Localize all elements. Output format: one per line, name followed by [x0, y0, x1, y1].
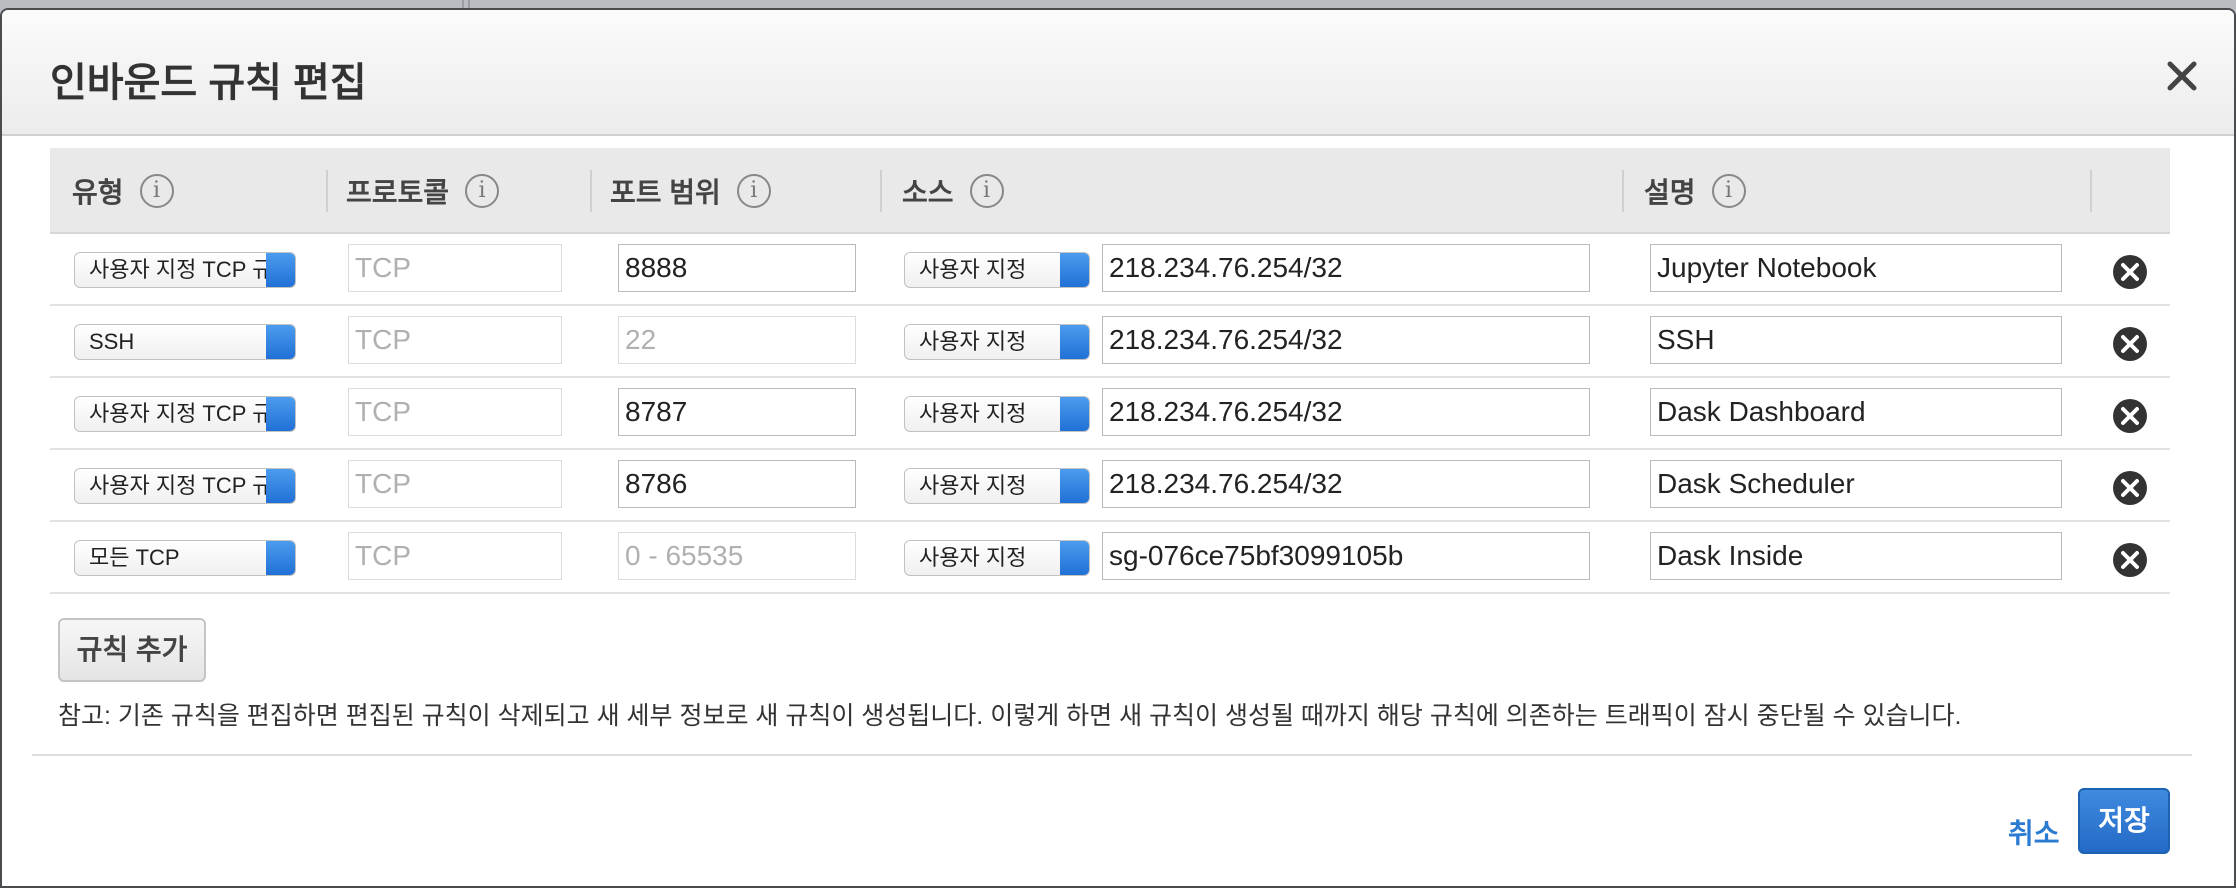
- source-type-select[interactable]: 사용자 지정: [904, 468, 1090, 504]
- updown-chevron-icon: [1060, 325, 1089, 359]
- source-type-select[interactable]: 사용자 지정: [904, 396, 1090, 432]
- rules-table: 유형 i 프로토콜 i 포트 범위 i 소스 i 설명 i 사용자 지정 TCP…: [50, 148, 2170, 594]
- dialog-header: 인바운드 규칙 편집: [2, 10, 2234, 136]
- source-input[interactable]: 218.234.76.254/32: [1102, 244, 1590, 292]
- edit-warning-note: 참고: 기존 규칙을 편집하면 편집된 규칙이 삭제되고 새 세부 정보로 새 …: [58, 702, 1962, 730]
- source-type-value: 사용자 지정: [919, 257, 1027, 282]
- updown-chevron-icon: [266, 325, 295, 359]
- source-input[interactable]: 218.234.76.254/32: [1102, 388, 1590, 436]
- edit-inbound-rules-dialog: 인바운드 규칙 편집 유형 i 프로토콜 i 포트 범위 i 소스 i 설명 i…: [0, 8, 2236, 888]
- type-select-value: 사용자 지정 TCP 규칙: [89, 257, 293, 282]
- type-select[interactable]: SSH: [74, 324, 296, 360]
- cancel-link[interactable]: 취소: [2008, 812, 2060, 852]
- source-type-value: 사용자 지정: [919, 401, 1027, 426]
- updown-chevron-icon: [266, 397, 295, 431]
- column-divider: [590, 170, 592, 212]
- source-input[interactable]: 218.234.76.254/32: [1102, 460, 1590, 508]
- type-select[interactable]: 모든 TCP: [74, 540, 296, 576]
- info-icon[interactable]: i: [465, 174, 500, 208]
- save-button[interactable]: 저장: [2078, 788, 2170, 854]
- source-type-value: 사용자 지정: [919, 473, 1027, 498]
- protocol-field: TCP: [348, 316, 562, 364]
- source-type-value: 사용자 지정: [919, 545, 1027, 570]
- column-divider: [1622, 170, 1624, 212]
- protocol-field: TCP: [348, 460, 562, 508]
- updown-chevron-icon: [1060, 253, 1089, 287]
- type-select-value: 사용자 지정 TCP 규칙: [89, 401, 293, 426]
- column-header-source: 소스 i: [902, 148, 1004, 234]
- footer-divider: [32, 754, 2192, 756]
- description-input[interactable]: Jupyter Notebook: [1650, 244, 2062, 292]
- source-input[interactable]: 218.234.76.254/32: [1102, 316, 1590, 364]
- remove-circle-icon[interactable]: [2112, 254, 2148, 290]
- column-header-protocol: 프로토콜 i: [346, 148, 500, 234]
- type-select[interactable]: 사용자 지정 TCP 규칙: [74, 396, 296, 432]
- dialog-title: 인바운드 규칙 편집: [50, 61, 367, 105]
- description-input[interactable]: Dask Dashboard: [1650, 388, 2062, 436]
- remove-circle-icon[interactable]: [2112, 542, 2148, 578]
- type-select[interactable]: 사용자 지정 TCP 규칙: [74, 252, 296, 288]
- source-type-select[interactable]: 사용자 지정: [904, 324, 1090, 360]
- updown-chevron-icon: [1060, 541, 1089, 575]
- column-label: 프로토콜: [346, 177, 450, 208]
- info-icon[interactable]: i: [736, 174, 771, 208]
- type-select-value: 모든 TCP: [89, 545, 180, 570]
- table-row: 사용자 지정 TCP 규칙 TCP 8786 사용자 지정 218.234.76…: [50, 450, 2170, 522]
- source-type-select[interactable]: 사용자 지정: [904, 252, 1090, 288]
- source-type-select[interactable]: 사용자 지정: [904, 540, 1090, 576]
- column-label: 소스: [902, 177, 954, 208]
- column-header-description: 설명 i: [1644, 148, 1746, 234]
- updown-chevron-icon: [1060, 469, 1089, 503]
- column-divider: [880, 170, 882, 212]
- description-input[interactable]: Dask Scheduler: [1650, 460, 2062, 508]
- remove-circle-icon[interactable]: [2112, 326, 2148, 362]
- protocol-field: TCP: [348, 388, 562, 436]
- description-input[interactable]: SSH: [1650, 316, 2062, 364]
- type-select-value: SSH: [89, 329, 135, 354]
- column-label: 포트 범위: [610, 177, 721, 208]
- updown-chevron-icon: [266, 541, 295, 575]
- updown-chevron-icon: [1060, 397, 1089, 431]
- table-row: 모든 TCP TCP 0 - 65535 사용자 지정 sg-076ce75bf…: [50, 522, 2170, 594]
- protocol-field: TCP: [348, 532, 562, 580]
- table-header: 유형 i 프로토콜 i 포트 범위 i 소스 i 설명 i: [50, 148, 2170, 234]
- port-range-input[interactable]: 8786: [618, 460, 856, 508]
- info-icon[interactable]: i: [139, 174, 174, 208]
- type-select-value: 사용자 지정 TCP 규칙: [89, 473, 293, 498]
- table-row: 사용자 지정 TCP 규칙 TCP 8888 사용자 지정 218.234.76…: [50, 234, 2170, 306]
- add-rule-button[interactable]: 규칙 추가: [58, 618, 206, 682]
- source-input[interactable]: sg-076ce75bf3099105b: [1102, 532, 1590, 580]
- column-label: 설명: [1644, 177, 1696, 208]
- port-range-input[interactable]: 8888: [618, 244, 856, 292]
- port-range-field: 0 - 65535: [618, 532, 856, 580]
- info-icon[interactable]: i: [1711, 174, 1746, 208]
- table-row: SSH TCP 22 사용자 지정 218.234.76.254/32 SSH: [50, 306, 2170, 378]
- remove-circle-icon[interactable]: [2112, 398, 2148, 434]
- column-divider: [2090, 170, 2092, 212]
- protocol-field: TCP: [348, 244, 562, 292]
- table-row: 사용자 지정 TCP 규칙 TCP 8787 사용자 지정 218.234.76…: [50, 378, 2170, 450]
- port-range-input[interactable]: 8787: [618, 388, 856, 436]
- column-label: 유형: [72, 177, 124, 208]
- updown-chevron-icon: [266, 469, 295, 503]
- close-icon[interactable]: [2162, 56, 2202, 96]
- port-range-field: 22: [618, 316, 856, 364]
- type-select[interactable]: 사용자 지정 TCP 규칙: [74, 468, 296, 504]
- remove-circle-icon[interactable]: [2112, 470, 2148, 506]
- source-type-value: 사용자 지정: [919, 329, 1027, 354]
- description-input[interactable]: Dask Inside: [1650, 532, 2062, 580]
- info-icon[interactable]: i: [969, 174, 1004, 208]
- column-header-port-range: 포트 범위 i: [610, 148, 771, 234]
- column-divider: [326, 170, 328, 212]
- column-header-type: 유형 i: [72, 148, 174, 234]
- updown-chevron-icon: [266, 253, 295, 287]
